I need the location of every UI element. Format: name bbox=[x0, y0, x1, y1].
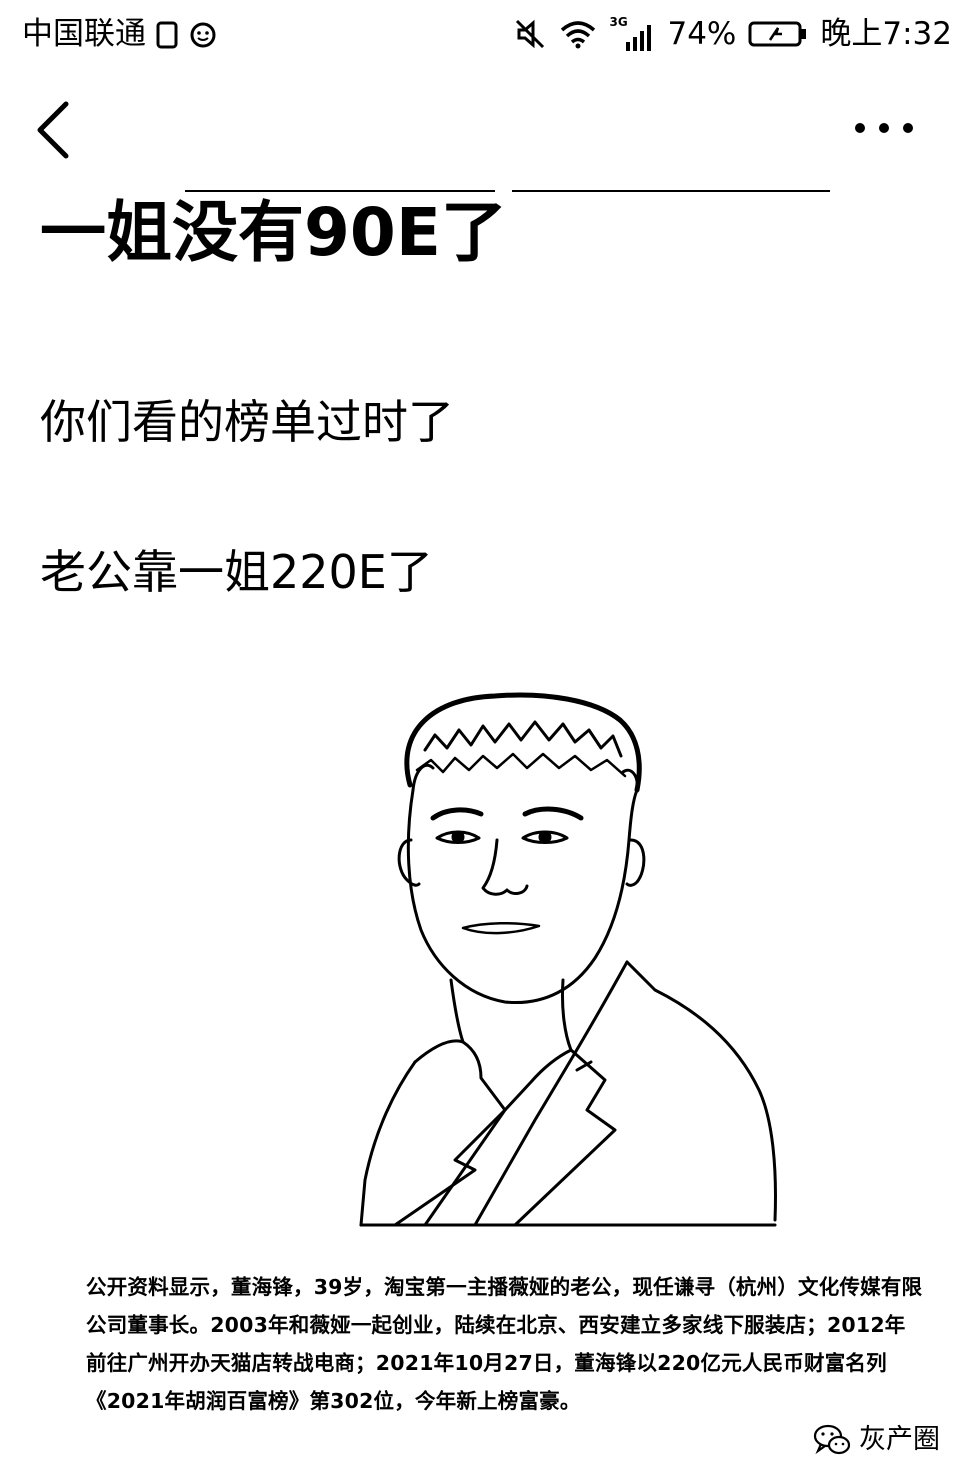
post-line-1: 你们看的榜单过时了 bbox=[40, 395, 454, 449]
signal-icon bbox=[626, 25, 652, 51]
post-line-2: 老公靠一姐220E了 bbox=[40, 545, 433, 599]
image-caption: 公开资料显示，董海锋，39岁，淘宝第一主播薇娅的老公，现任谦寻（杭州）文化传媒有… bbox=[86, 1275, 923, 1413]
signal-indicator: 3G bbox=[609, 15, 655, 51]
more-options-button[interactable] bbox=[850, 110, 920, 146]
status-left-icons bbox=[155, 20, 217, 50]
portrait-illustration bbox=[355, 690, 785, 1235]
more-dots-icon bbox=[855, 123, 913, 133]
wechat-icon bbox=[813, 1424, 851, 1455]
post-headline: 一姐没有90E了 bbox=[40, 194, 507, 271]
notification-face-icon bbox=[190, 22, 216, 48]
status-bar: 中国联通 3G 74% 晚上7:32 bbox=[0, 0, 970, 70]
clock: 晚上7:32 bbox=[820, 16, 952, 52]
mute-icon bbox=[516, 19, 545, 49]
divider-line-right bbox=[512, 190, 830, 192]
watermark: 灰产圈 bbox=[813, 1420, 940, 1460]
carrier-name: 中国联通 bbox=[22, 16, 146, 52]
battery-icon bbox=[748, 21, 807, 47]
battery-percent: 74% bbox=[667, 16, 737, 52]
chevron-left-icon bbox=[37, 101, 69, 159]
watermark-text: 灰产圈 bbox=[859, 1424, 940, 1455]
status-right: 3G 74% 晚上7:32 bbox=[513, 14, 952, 54]
wifi-icon bbox=[561, 21, 596, 49]
sim-icon bbox=[156, 21, 178, 49]
back-button[interactable] bbox=[30, 98, 80, 162]
